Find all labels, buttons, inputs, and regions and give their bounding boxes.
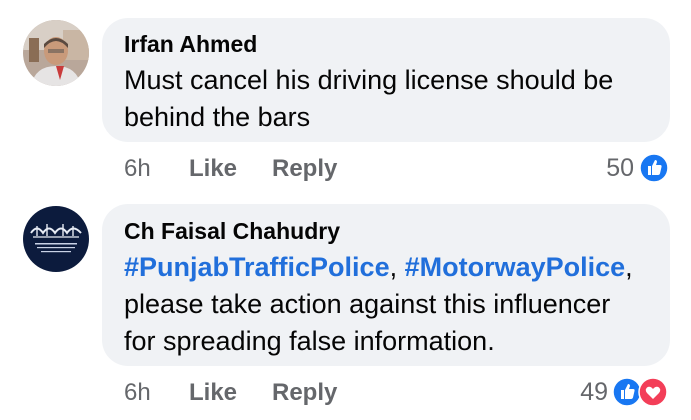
- comment-text-line: please take action against this influenc…: [124, 289, 611, 319]
- separator: ,: [389, 252, 405, 282]
- like-button[interactable]: Like: [189, 155, 237, 183]
- like-button[interactable]: Like: [189, 379, 237, 407]
- hashtag-link[interactable]: #MotorwayPolice: [405, 252, 626, 282]
- comment-author[interactable]: Ch Faisal Chahudry: [124, 218, 340, 245]
- comment-text: #PunjabTrafficPolice, #MotorwayPolice, p…: [124, 249, 659, 360]
- reply-button[interactable]: Reply: [272, 155, 337, 183]
- reaction-count[interactable]: 50: [590, 154, 634, 183]
- comment-author[interactable]: Irfan Ahmed: [124, 31, 257, 58]
- avatar[interactable]: [23, 206, 89, 272]
- comment-time[interactable]: 6h: [124, 155, 151, 183]
- hashtag-link[interactable]: #PunjabTrafficPolice: [124, 252, 390, 282]
- comment-time[interactable]: 6h: [124, 379, 151, 407]
- reply-button[interactable]: Reply: [272, 379, 337, 407]
- like-icon[interactable]: [639, 153, 669, 183]
- separator: ,: [625, 252, 633, 282]
- avatar[interactable]: [23, 20, 89, 86]
- love-icon[interactable]: [638, 377, 668, 407]
- comment-text-line: for spreading false information.: [124, 326, 495, 356]
- reaction-count[interactable]: 49: [564, 378, 608, 407]
- comment-text: Must cancel his driving license should b…: [124, 65, 614, 132]
